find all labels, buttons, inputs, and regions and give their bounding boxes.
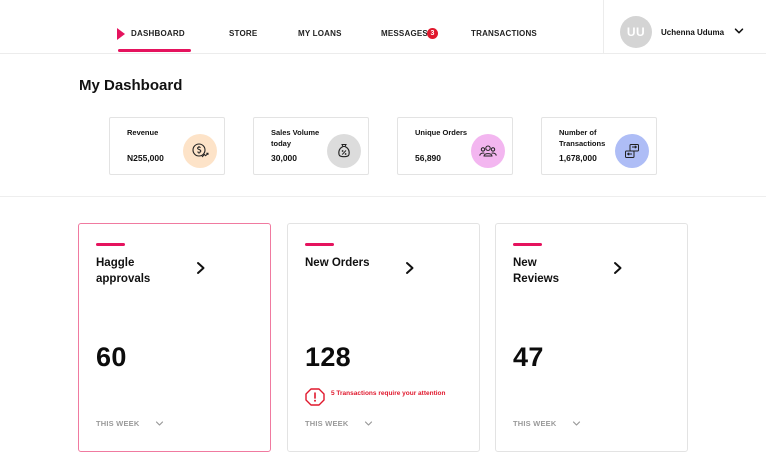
chevron-down-icon[interactable] — [734, 26, 744, 36]
stat-icon-badge — [471, 134, 505, 168]
transfer-icon — [625, 144, 639, 158]
card-haggle-approvals[interactable]: Haggle approvals 60 THIS WEEK — [78, 223, 271, 452]
chevron-down-icon[interactable] — [572, 419, 581, 428]
stat-card-transactions: Number of Transactions 1,678,000 — [541, 117, 657, 175]
card-accent-bar — [305, 243, 334, 246]
card-accent-bar — [96, 243, 125, 246]
user-menu[interactable]: UU Uchenna Uduma — [603, 0, 766, 54]
stat-value: 1,678,000 — [559, 153, 597, 163]
card-count: 60 — [96, 342, 127, 372]
nav-messages[interactable]: MESSAGES — [381, 29, 428, 38]
chevron-down-icon[interactable] — [155, 419, 164, 428]
stat-label: Number of Transactions — [559, 128, 606, 148]
chevron-right-icon[interactable] — [195, 261, 207, 275]
active-nav-underline — [118, 49, 191, 52]
stat-card-unique-orders: Unique Orders 56,890 — [397, 117, 513, 175]
stat-card-sales-volume: Sales Volume today 30,000 — [253, 117, 369, 175]
stat-icon-badge — [327, 134, 361, 168]
stat-label: Sales Volume today — [271, 128, 320, 148]
chevron-down-icon[interactable] — [364, 419, 373, 428]
user-name: Uchenna Uduma — [661, 28, 725, 37]
card-accent-bar — [513, 243, 542, 246]
dollar-growth-icon — [192, 143, 209, 158]
section-divider — [0, 196, 766, 197]
period-selector-label[interactable]: THIS WEEK — [96, 419, 139, 428]
stat-icon-badge — [183, 134, 217, 168]
stat-value: 30,000 — [271, 153, 297, 163]
nav-transactions[interactable]: TRANSACTIONS — [471, 29, 537, 38]
alert-message[interactable]: 5 Transactions require your attention — [331, 389, 451, 399]
card-title: New Orders — [305, 257, 370, 269]
stat-icon-badge — [615, 134, 649, 168]
period-selector-label[interactable]: THIS WEEK — [513, 419, 556, 428]
card-title: New Reviews — [513, 257, 560, 285]
period-selector-label[interactable]: THIS WEEK — [305, 419, 348, 428]
page-title: My Dashboard — [79, 77, 183, 94]
stat-card-revenue: Revenue N255,000 — [109, 117, 225, 175]
card-count: 47 — [513, 342, 544, 372]
alert-icon — [305, 388, 325, 406]
users-group-icon — [479, 145, 497, 157]
chevron-right-icon[interactable] — [612, 261, 624, 275]
messages-count-badge: 3 — [427, 28, 438, 39]
stat-label: Revenue — [127, 128, 159, 137]
stat-label: Unique Orders — [415, 128, 468, 137]
nav-store[interactable]: STORE — [229, 29, 257, 38]
card-new-reviews[interactable]: New Reviews 47 THIS WEEK — [495, 223, 688, 452]
stat-value: N255,000 — [127, 153, 164, 163]
active-nav-triangle-icon — [117, 28, 125, 40]
avatar: UU — [620, 16, 652, 48]
nav-my-loans[interactable]: MY LOANS — [298, 29, 342, 38]
nav-dashboard[interactable]: DASHBOARD — [131, 29, 185, 38]
top-navigation: DASHBOARD STORE MY LOANS MESSAGES 3 TRAN… — [0, 0, 766, 54]
card-new-orders[interactable]: New Orders 128 5 Transactions require yo… — [287, 223, 480, 452]
sales-bag-icon — [338, 144, 350, 158]
stat-value: 56,890 — [415, 153, 441, 163]
card-count: 128 — [305, 342, 351, 372]
card-title: Haggle approvals — [96, 257, 151, 285]
chevron-right-icon[interactable] — [404, 261, 416, 275]
